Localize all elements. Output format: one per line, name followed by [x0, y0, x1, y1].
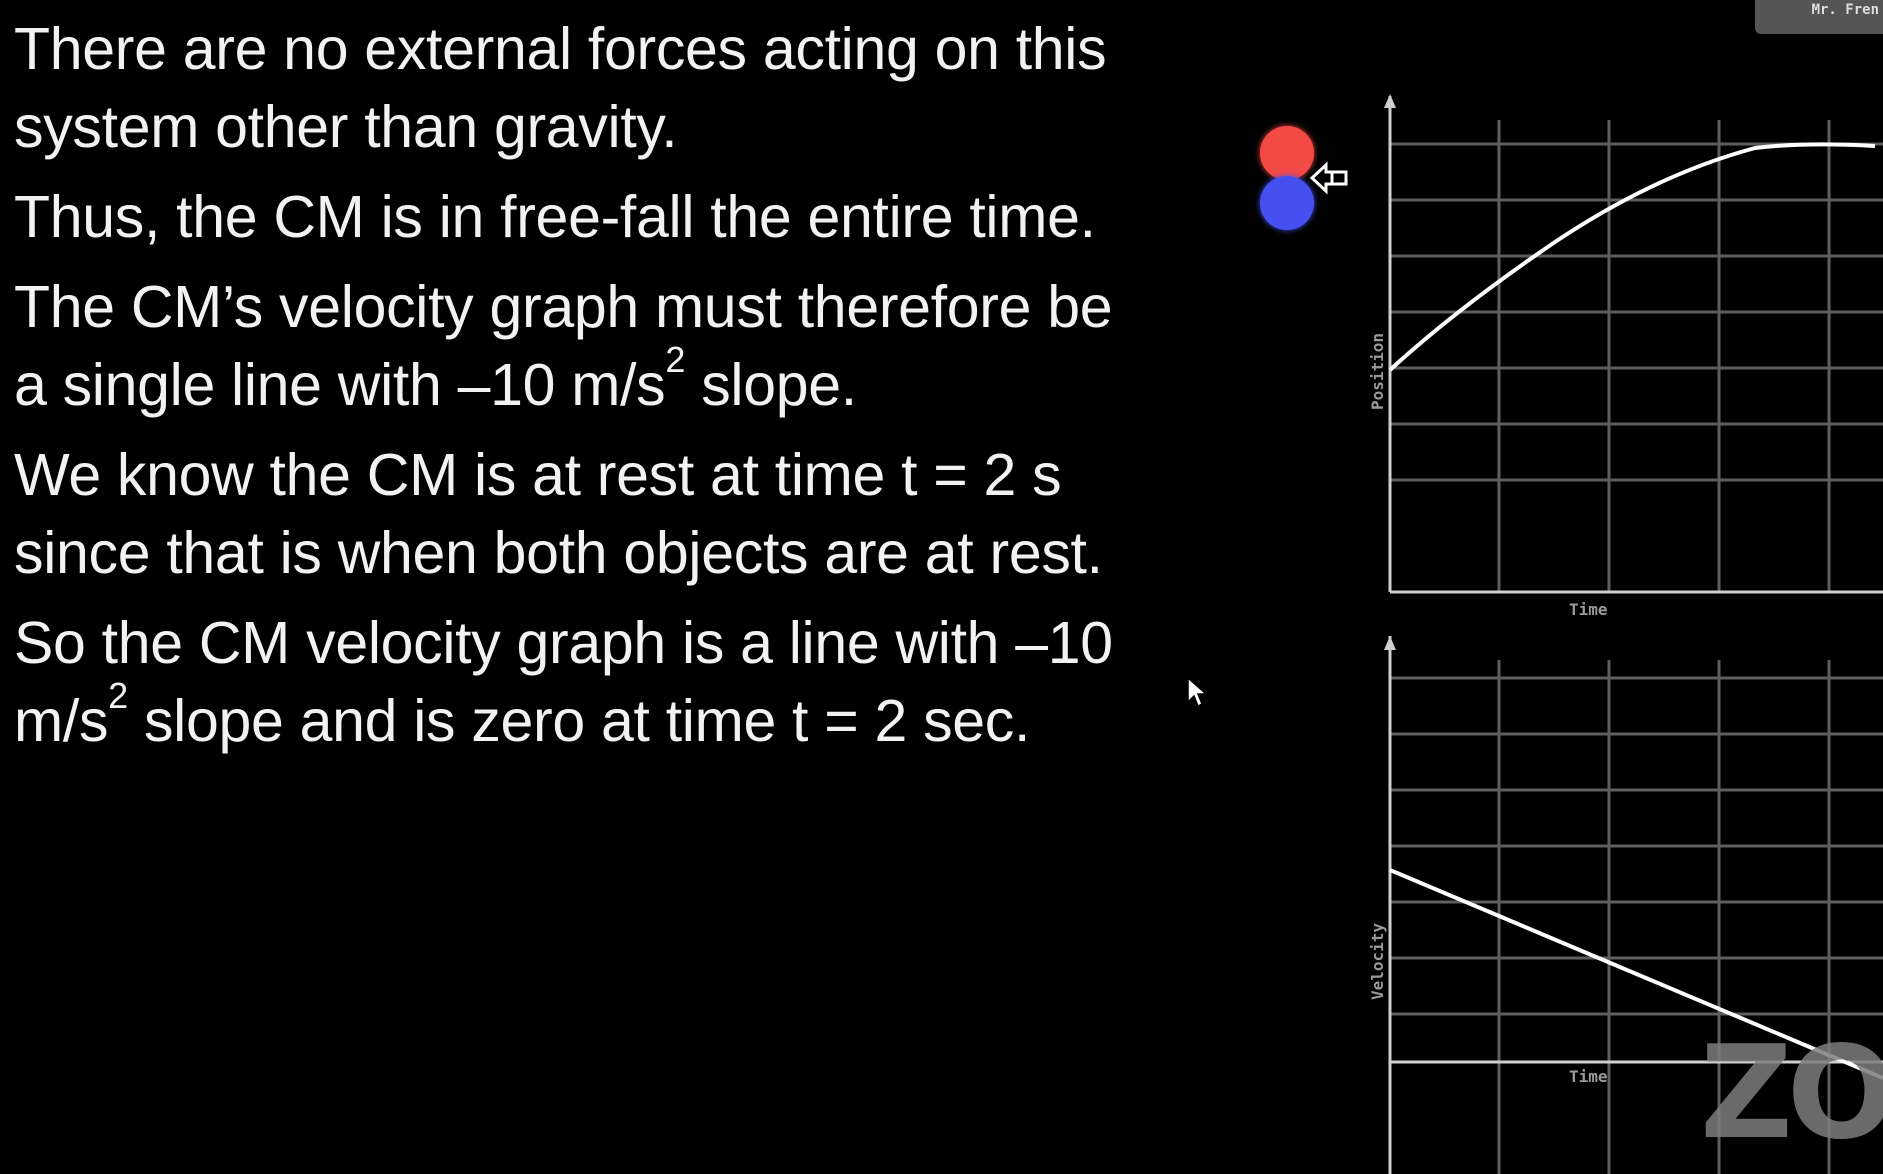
position-graph: Position Time [1355, 90, 1883, 620]
velocity-ylabel: Velocity [1368, 923, 1387, 1000]
paragraph-4-line-1: We know the CM is at rest at time t = 2 … [14, 442, 1062, 508]
mouse-cursor-icon [1187, 676, 1208, 708]
blue-ball-icon [1260, 176, 1314, 230]
paragraph-3-line-2: a single line with –10 m/s2 slope. [14, 339, 857, 419]
position-ylabel: Position [1368, 333, 1387, 410]
slide-text: There are no external forces acting on t… [14, 10, 1244, 772]
paragraph-5-line-1: So the CM velocity graph is a line with … [14, 610, 1113, 676]
paragraph-4-line-2: since that is when both objects are at r… [14, 520, 1103, 586]
paragraph-3-line-1: The CM’s velocity graph must therefore b… [14, 274, 1113, 340]
participant-name-tag: Mr. Fren [1755, 0, 1883, 34]
red-ball-icon [1260, 126, 1314, 180]
paragraph-5-line-2: m/s2 slope and is zero at time t = 2 sec… [14, 675, 1031, 755]
velocity-xlabel: Time [1569, 1067, 1608, 1086]
simulation-objects [1256, 126, 1348, 236]
paragraph-1: There are no external forces acting on t… [14, 10, 1244, 166]
zoom-watermark: ZOO [1700, 1030, 1883, 1158]
paragraph-2-line-1: Thus, the CM is in free-fall the entire … [14, 184, 1096, 250]
arrow-left-icon [1309, 161, 1348, 195]
position-xlabel: Time [1569, 600, 1608, 619]
paragraph-3: The CM’s velocity graph must therefore b… [14, 268, 1244, 424]
paragraph-5: So the CM velocity graph is a line with … [14, 604, 1244, 760]
paragraph-4: We know the CM is at rest at time t = 2 … [14, 436, 1244, 592]
paragraph-1-line-2: system other than gravity. [14, 94, 678, 160]
paragraph-1-line-1: There are no external forces acting on t… [14, 16, 1107, 82]
paragraph-2: Thus, the CM is in free-fall the entire … [14, 178, 1244, 256]
